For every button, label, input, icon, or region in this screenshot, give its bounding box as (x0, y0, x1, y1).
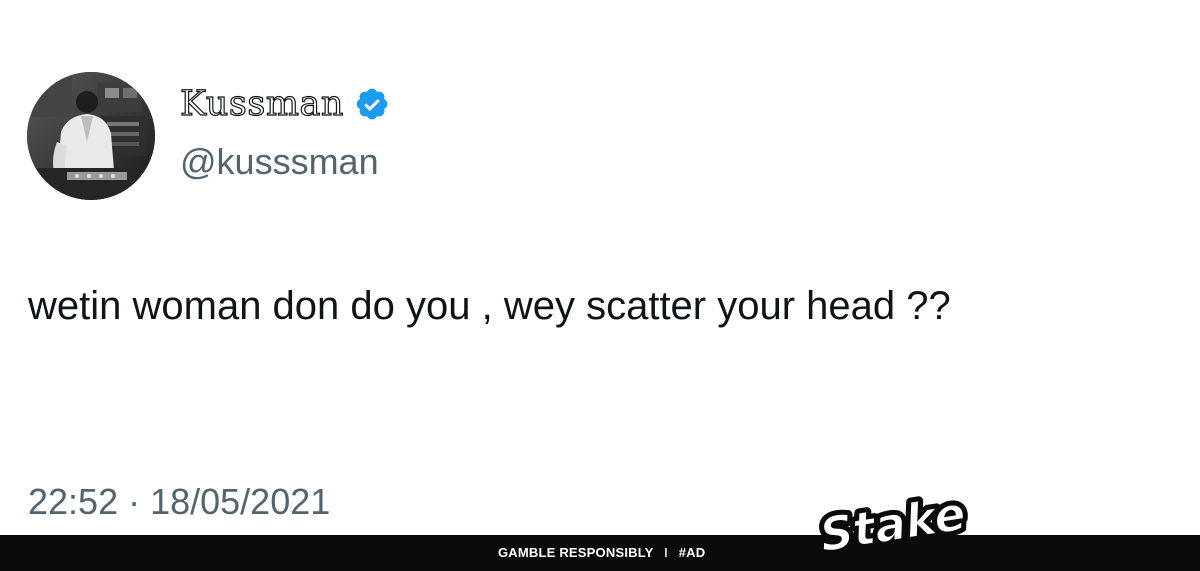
gamble-responsibly-label: GAMBLE RESPONSIBLY (498, 545, 654, 560)
tweet-card: Kussman @kusssman wetin woman don do you… (0, 0, 1200, 535)
verified-badge-icon (356, 88, 388, 120)
ad-footer-bar: GAMBLE RESPONSIBLY I #AD (0, 535, 1200, 571)
stake-logo-icon: Stake Stake (812, 488, 974, 567)
tweet-timestamp[interactable]: 22:52 · 18/05/2021 (28, 480, 330, 524)
footer-separator: I (664, 545, 668, 560)
author-name-row: Kussman (179, 82, 390, 126)
stake-logo-fill: Stake (816, 488, 969, 562)
author-handle[interactable]: @kusssman (180, 140, 379, 184)
avatar-photo-icon (27, 72, 155, 200)
display-name[interactable]: Kussman (179, 82, 344, 126)
ad-footer-text: GAMBLE RESPONSIBLY I #AD (498, 535, 705, 571)
ad-hashtag-label: #AD (678, 545, 706, 560)
tweet-text: wetin woman don do you , wey scatter you… (28, 284, 951, 328)
profile-avatar[interactable] (27, 72, 155, 200)
